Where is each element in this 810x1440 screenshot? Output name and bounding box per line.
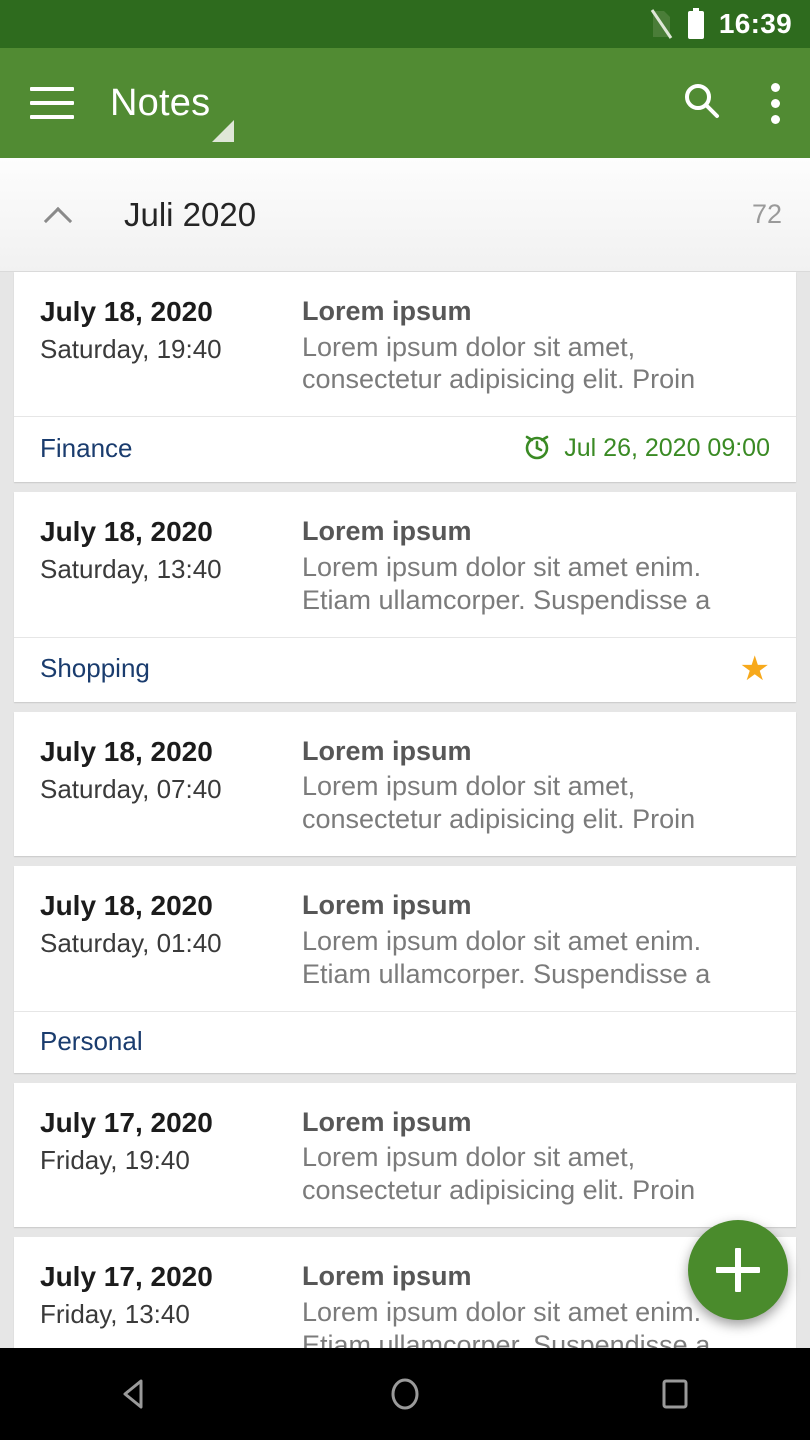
note-date-column: July 18, 2020 Saturday, 07:40	[40, 734, 302, 836]
note-date-column: July 17, 2020 Friday, 19:40	[40, 1105, 302, 1207]
status-bar-clock: 16:39	[718, 8, 792, 39]
note-date: July 17, 2020	[40, 1261, 213, 1293]
note-date: July 17, 2020	[40, 1106, 213, 1138]
app-screen: 16:39 Notes Juli 2020 72 July 18, 2020 S…	[0, 0, 810, 1440]
reminder-text: Jul 26, 2020 09:00	[564, 434, 770, 463]
search-icon[interactable]	[679, 79, 723, 128]
note-text-column: Lorem ipsum Lorem ipsum dolor sit amet, …	[302, 294, 770, 396]
hamburger-menu-icon[interactable]	[30, 87, 74, 119]
note-card-footer: Finance Jul 26, 2020 09:00	[14, 416, 796, 482]
title-corner-marker	[212, 120, 234, 142]
note-date: July 18, 2020	[40, 890, 213, 922]
month-group-header[interactable]: Juli 2020 72	[0, 158, 810, 272]
note-date-column: July 18, 2020 Saturday, 13:40	[40, 514, 302, 616]
note-date: July 18, 2020	[40, 516, 213, 548]
note-day-time: Saturday, 19:40	[40, 334, 222, 364]
note-day-time: Friday, 19:40	[40, 1144, 190, 1175]
note-card[interactable]: July 18, 2020 Saturday, 19:40 Lorem ipsu…	[14, 272, 796, 483]
note-date: July 18, 2020	[40, 735, 213, 767]
page-title: Notes	[110, 81, 211, 124]
back-triangle-icon[interactable]	[75, 1348, 195, 1440]
note-title: Lorem ipsum	[302, 735, 472, 766]
note-date: July 18, 2020	[40, 296, 213, 327]
note-card-body: July 18, 2020 Saturday, 01:40 Lorem ipsu…	[14, 866, 796, 1010]
note-day-time: Saturday, 13:40	[40, 554, 222, 585]
note-title: Lorem ipsum	[302, 296, 472, 326]
note-card-body: July 17, 2020 Friday, 19:40 Lorem ipsum …	[14, 1083, 796, 1227]
note-card[interactable]: July 18, 2020 Saturday, 13:40 Lorem ipsu…	[14, 492, 796, 702]
recents-square-icon[interactable]	[615, 1348, 735, 1440]
note-card[interactable]: July 17, 2020 Friday, 13:40 Lorem ipsum …	[14, 1237, 796, 1348]
battery-icon	[687, 8, 705, 40]
add-note-fab[interactable]	[688, 1220, 788, 1320]
toolbar-actions	[679, 77, 786, 130]
note-day-time: Saturday, 07:40	[40, 773, 222, 804]
note-preview: Lorem ipsum dolor sit amet, consectetur …	[302, 771, 696, 835]
note-title: Lorem ipsum	[302, 516, 472, 547]
note-day-time: Saturday, 01:40	[40, 928, 222, 959]
note-card-body: July 18, 2020 Saturday, 07:40 Lorem ipsu…	[14, 712, 796, 856]
note-preview: Lorem ipsum dolor sit amet enim. Etiam u…	[302, 925, 711, 989]
note-text-column: Lorem ipsum Lorem ipsum dolor sit amet, …	[302, 734, 770, 836]
note-title: Lorem ipsum	[302, 890, 472, 921]
note-footer-right: ★	[740, 652, 770, 686]
note-card-footer: Shopping ★	[14, 636, 796, 702]
note-preview: Lorem ipsum dolor sit amet enim. Etiam u…	[302, 1296, 711, 1348]
note-title: Lorem ipsum	[302, 1106, 472, 1137]
note-card-body: July 17, 2020 Friday, 13:40 Lorem ipsum …	[14, 1237, 796, 1348]
note-card[interactable]: July 17, 2020 Friday, 19:40 Lorem ipsum …	[14, 1082, 796, 1228]
note-footer-right: Jul 26, 2020 09:00	[522, 431, 770, 466]
note-list[interactable]: July 18, 2020 Saturday, 19:40 Lorem ipsu…	[0, 272, 810, 1348]
month-note-count: 72	[751, 199, 782, 229]
note-date-column: July 18, 2020 Saturday, 19:40	[40, 294, 302, 396]
note-preview: Lorem ipsum dolor sit amet, consectetur …	[302, 331, 696, 395]
note-date-column: July 17, 2020 Friday, 13:40	[40, 1259, 302, 1348]
month-label: Juli 2020	[124, 195, 257, 233]
app-toolbar: Notes	[0, 48, 810, 158]
note-day-time: Friday, 13:40	[40, 1299, 190, 1330]
note-date-column: July 18, 2020 Saturday, 01:40	[40, 888, 302, 990]
android-nav-bar	[0, 1348, 810, 1440]
note-text-column: Lorem ipsum Lorem ipsum dolor sit amet, …	[302, 1105, 770, 1207]
note-text-column: Lorem ipsum Lorem ipsum dolor sit amet e…	[302, 888, 770, 990]
no-sim-icon	[649, 9, 673, 39]
note-card-footer: Personal	[14, 1010, 796, 1073]
note-card[interactable]: July 18, 2020 Saturday, 01:40 Lorem ipsu…	[14, 866, 796, 1073]
note-card-body: July 18, 2020 Saturday, 13:40 Lorem ipsu…	[14, 492, 796, 636]
chevron-up-icon[interactable]	[44, 200, 74, 230]
status-bar: 16:39	[0, 0, 810, 48]
note-category-link[interactable]: Shopping	[40, 653, 150, 684]
note-preview: Lorem ipsum dolor sit amet, consectetur …	[302, 1142, 696, 1206]
alarm-clock-icon	[522, 431, 552, 466]
note-preview: Lorem ipsum dolor sit amet enim. Etiam u…	[302, 551, 711, 615]
note-text-column: Lorem ipsum Lorem ipsum dolor sit amet e…	[302, 514, 770, 616]
home-circle-icon[interactable]	[345, 1348, 465, 1440]
note-card-body: July 18, 2020 Saturday, 19:40 Lorem ipsu…	[14, 272, 796, 416]
note-category-link[interactable]: Personal	[40, 1026, 143, 1057]
note-category-link[interactable]: Finance	[40, 433, 133, 464]
favorite-star-icon[interactable]: ★	[740, 652, 770, 686]
overflow-menu-icon[interactable]	[765, 77, 786, 130]
note-card[interactable]: July 18, 2020 Saturday, 07:40 Lorem ipsu…	[14, 711, 796, 857]
